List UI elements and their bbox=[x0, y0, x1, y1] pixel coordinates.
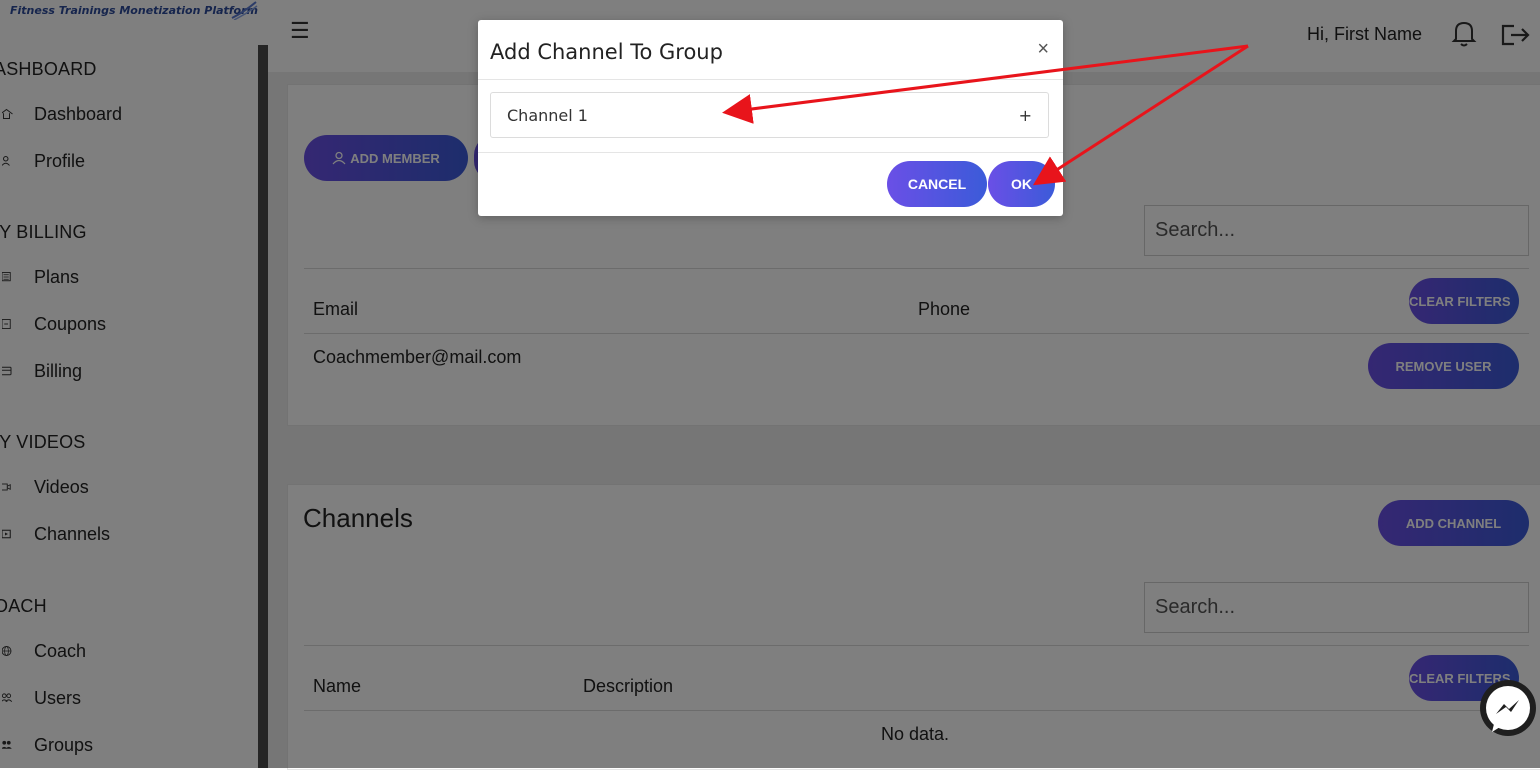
channel-name: Channel 1 bbox=[507, 105, 588, 125]
divider bbox=[478, 79, 1063, 80]
messenger-chat-icon[interactable] bbox=[1474, 680, 1540, 740]
ok-button[interactable]: OK bbox=[988, 161, 1055, 207]
add-channel-modal: Add Channel To Group × Channel 1 + CANCE… bbox=[478, 20, 1063, 216]
channel-option[interactable]: Channel 1 + bbox=[490, 92, 1049, 138]
cancel-button[interactable]: CANCEL bbox=[887, 161, 987, 207]
modal-title: Add Channel To Group bbox=[490, 40, 723, 64]
ok-label: OK bbox=[1011, 176, 1032, 192]
divider bbox=[478, 152, 1063, 153]
plus-icon[interactable]: + bbox=[1019, 106, 1032, 125]
cancel-label: CANCEL bbox=[907, 176, 967, 192]
close-icon[interactable]: × bbox=[1037, 38, 1049, 61]
